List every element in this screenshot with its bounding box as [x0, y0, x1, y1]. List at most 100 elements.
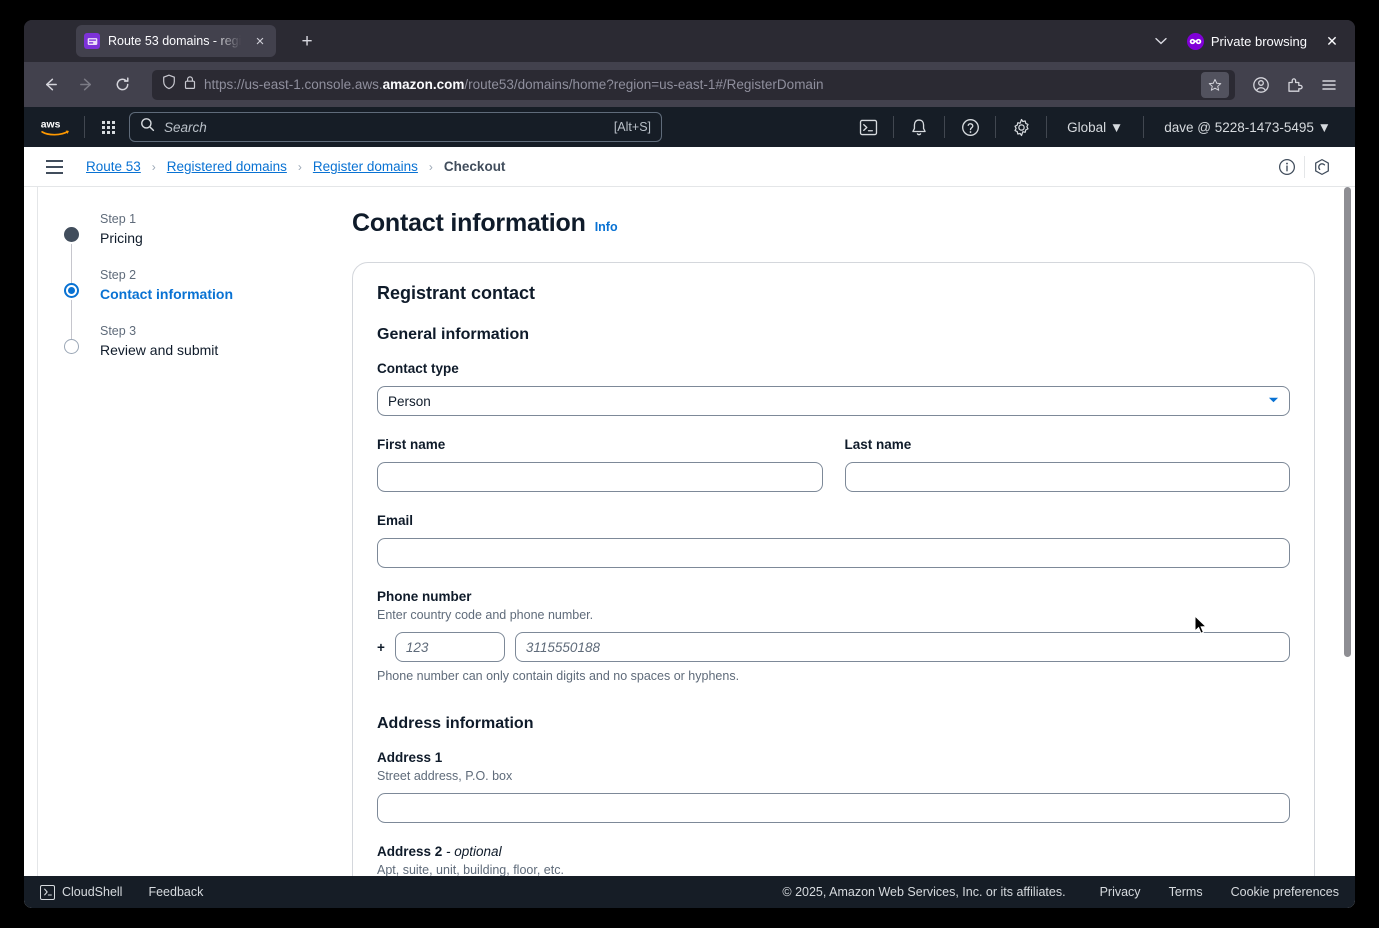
notifications-bell-icon[interactable]	[904, 112, 934, 142]
email-input[interactable]	[377, 538, 1290, 568]
search-input[interactable]: Search [Alt+S]	[129, 112, 662, 142]
app-menu-icon[interactable]	[1313, 70, 1345, 100]
feedback-link[interactable]: Feedback	[148, 885, 229, 899]
lock-icon	[184, 75, 196, 95]
reload-button[interactable]	[106, 70, 138, 100]
wizard-step-label: Review and submit	[100, 342, 219, 358]
forward-button[interactable]	[70, 70, 102, 100]
cloudshell-label: CloudShell	[62, 885, 123, 899]
address-1-field: Address 1 Street address, P.O. box	[377, 749, 1290, 823]
wizard-step-review-and-submit[interactable]: Step 3 Review and submit	[64, 323, 334, 379]
step-dot-todo-icon	[64, 339, 79, 354]
bookmark-star-icon[interactable]	[1201, 71, 1229, 98]
first-name-label: First name	[377, 437, 446, 452]
window-close-icon[interactable]: ✕	[1317, 33, 1347, 50]
side-menu-toggle-icon[interactable]	[40, 159, 70, 174]
breadcrumb-item-checkout: Checkout	[443, 159, 506, 174]
search-placeholder: Search	[164, 119, 207, 135]
help-icon[interactable]	[955, 112, 985, 142]
phone-number-field: Phone number Enter country code and phon…	[377, 588, 1290, 685]
phone-country-code-placeholder: 123	[405, 639, 429, 655]
browser-tab-strip: Route 53 domains - regist × + Private br…	[24, 20, 1355, 62]
privacy-link[interactable]: Privacy	[1100, 885, 1169, 899]
wizard-step-pricing[interactable]: Step 1 Pricing	[64, 211, 334, 283]
tracking-shield-icon[interactable]	[162, 74, 176, 95]
phone-number-placeholder: 3115550188	[525, 639, 600, 655]
cloudshell-terminal-icon	[40, 884, 55, 900]
breadcrumb-item-registered-domains[interactable]: Registered domains	[167, 159, 287, 174]
assistant-icon[interactable]	[1305, 150, 1339, 184]
search-icon	[140, 117, 155, 137]
wizard-step-label[interactable]: Pricing	[100, 228, 334, 248]
account-icon[interactable]	[1245, 70, 1277, 100]
browser-window: Route 53 domains - regist × + Private br…	[24, 20, 1355, 908]
url-suffix: /route53/domains/home?region=us-east-1#/…	[464, 77, 824, 92]
wizard-step-number: Step 2	[100, 268, 137, 282]
breadcrumb-item-register-domains[interactable]: Register domains	[313, 159, 418, 174]
scrollbar-thumb[interactable]	[1344, 187, 1351, 657]
wizard-step-label[interactable]: Contact information	[100, 284, 334, 304]
tab-close-icon[interactable]: ×	[252, 34, 268, 49]
address-2-optional-suffix: - optional	[442, 844, 502, 859]
breadcrumb-item-route53[interactable]: Route 53	[86, 159, 141, 174]
private-browsing-label: Private browsing	[1210, 33, 1307, 49]
page-title-row: Contact information Info	[352, 209, 1315, 238]
phone-plus-prefix: +	[377, 639, 385, 655]
address-1-input[interactable]	[377, 793, 1290, 823]
back-button[interactable]	[34, 70, 66, 100]
list-all-tabs-icon[interactable]	[1145, 34, 1177, 48]
contact-type-select[interactable]: Person	[377, 386, 1290, 416]
page-scrollbar[interactable]	[1342, 187, 1353, 876]
info-link[interactable]: Info	[595, 220, 618, 234]
url-prefix: https://us-east-1.console.aws.	[204, 77, 383, 92]
services-grid-icon[interactable]	[95, 120, 121, 134]
region-selector[interactable]: Global ▼	[1057, 120, 1133, 135]
address-2-description: Apt, suite, unit, building, floor, etc.	[377, 863, 564, 876]
first-name-field: First name	[377, 436, 823, 492]
footer-copyright: © 2025, Amazon Web Services, Inc. or its…	[782, 885, 1066, 899]
address-1-description: Street address, P.O. box	[377, 769, 513, 783]
last-name-field: Last name	[844, 436, 1290, 492]
new-tab-button[interactable]: +	[294, 32, 320, 51]
url-text[interactable]: https://us-east-1.console.aws.amazon.com…	[204, 77, 1193, 92]
last-name-input[interactable]	[844, 462, 1290, 492]
browser-navigation-bar: https://us-east-1.console.aws.amazon.com…	[24, 62, 1355, 107]
phone-number-input[interactable]: 3115550188	[514, 632, 1290, 662]
cookie-preferences-link[interactable]: Cookie preferences	[1231, 885, 1339, 899]
first-name-input[interactable]	[377, 462, 823, 492]
general-information-heading: General information	[377, 326, 530, 343]
region-caret-icon: ▼	[1109, 119, 1124, 135]
card-title: Registrant contact	[377, 283, 536, 303]
step-dot-done-icon	[64, 227, 79, 242]
phone-number-label: Phone number	[377, 589, 472, 604]
wizard-step-contact-information[interactable]: Step 2 Contact information	[64, 267, 334, 339]
browser-tab[interactable]: Route 53 domains - regist ×	[76, 25, 276, 57]
info-panel-icon[interactable]	[1270, 150, 1304, 184]
account-menu[interactable]: dave @ 5228-1473-5495 ▼	[1154, 120, 1341, 135]
address-2-label-text: Address 2	[377, 844, 443, 859]
nav-divider	[944, 116, 946, 138]
nav-divider	[995, 116, 997, 138]
wizard-step-number: Step 1	[100, 212, 137, 226]
main-content: Contact information Info Registrant cont…	[334, 187, 1355, 876]
nav-divider	[893, 116, 895, 138]
breadcrumb-separator-icon: ›	[297, 159, 302, 174]
registrant-contact-card: Registrant contact General information C…	[352, 262, 1315, 876]
page-title: Contact information	[352, 209, 586, 237]
address-information-heading: Address information	[377, 715, 534, 732]
breadcrumb-separator-icon: ›	[428, 159, 433, 174]
breadcrumb-separator-icon: ›	[151, 159, 156, 174]
breadcrumb-actions	[1270, 150, 1339, 184]
extensions-icon[interactable]	[1279, 70, 1311, 100]
url-bar[interactable]: https://us-east-1.console.aws.amazon.com…	[152, 69, 1235, 100]
aws-logo-icon[interactable]: aws	[38, 117, 74, 137]
cloudshell-icon[interactable]	[853, 112, 883, 142]
terms-link[interactable]: Terms	[1169, 885, 1231, 899]
cloudshell-button[interactable]: CloudShell	[40, 884, 148, 900]
settings-gear-icon[interactable]	[1006, 112, 1036, 142]
address-2-label: Address 2 - optional	[377, 843, 1290, 861]
account-label: dave @ 5228-1473-5495	[1164, 119, 1314, 135]
console-body: Step 1 Pricing Step 2 Contact informatio…	[24, 187, 1355, 876]
breadcrumb: Route 53 › Registered domains › Register…	[86, 159, 505, 174]
phone-country-code-input[interactable]: 123	[394, 632, 505, 662]
